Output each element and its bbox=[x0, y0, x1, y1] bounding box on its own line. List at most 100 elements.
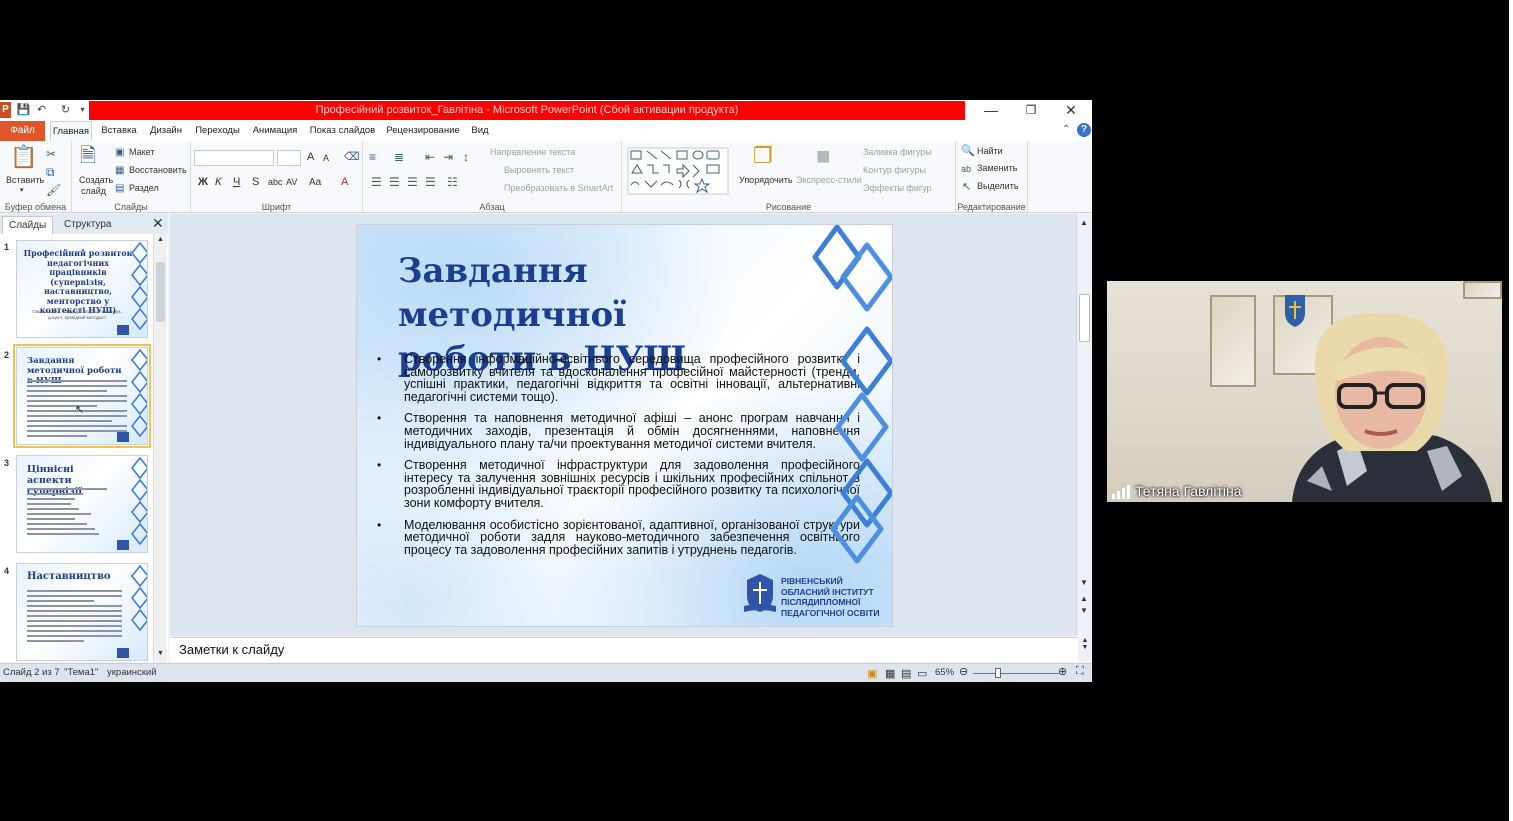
minimize-icon[interactable]: — bbox=[971, 100, 1011, 121]
slide-thumbnail-1[interactable]: Професійний розвиток педагогічних праців… bbox=[16, 240, 148, 338]
previous-slide-icon[interactable]: ▲ bbox=[1080, 594, 1088, 603]
notes-pane[interactable]: Заметки к слайду bbox=[170, 637, 1078, 662]
zoom-out-icon[interactable]: ⊖ bbox=[959, 665, 968, 678]
line-spacing-icon[interactable]: ↕ bbox=[463, 150, 469, 164]
language[interactable]: украинский bbox=[107, 667, 157, 678]
redo-icon[interactable]: ↻ bbox=[58, 102, 73, 118]
customize-qat-icon[interactable]: ▾ bbox=[75, 102, 90, 118]
tab-home[interactable]: Главная bbox=[50, 121, 92, 141]
scroll-up-icon[interactable]: ▲ bbox=[1080, 218, 1088, 227]
align-left-icon[interactable]: ☰ bbox=[371, 175, 382, 189]
paste-icon[interactable]: 📋 bbox=[10, 145, 37, 169]
shape-outline-button[interactable]: Контур фигуры bbox=[863, 165, 926, 175]
increase-indent-icon[interactable]: ⇥ bbox=[443, 150, 453, 164]
current-slide[interactable]: Завдання методичної роботи в НУШ Створен… bbox=[356, 224, 893, 627]
arrange-button[interactable]: Упорядочить bbox=[739, 175, 793, 185]
tab-insert[interactable]: Вставка bbox=[98, 121, 140, 141]
thumb-text-lines bbox=[27, 590, 122, 645]
reading-view-icon[interactable]: ▤ bbox=[901, 667, 911, 680]
quick-styles-icon[interactable]: ■ bbox=[816, 143, 831, 171]
slide-sorter-icon[interactable]: ▦ bbox=[885, 667, 895, 680]
text-direction-button[interactable]: Направление текста bbox=[490, 147, 575, 157]
video-participant-tile[interactable]: Тетяна Гавлітіна bbox=[1107, 281, 1502, 502]
align-center-icon[interactable]: ☰ bbox=[389, 175, 400, 189]
justify-icon[interactable]: ☰ bbox=[425, 175, 436, 189]
undo-icon[interactable]: ↶ bbox=[34, 102, 49, 118]
new-slide-button[interactable]: Создать bbox=[79, 175, 113, 185]
scroll-down-icon[interactable]: ▼ bbox=[157, 650, 164, 657]
columns-icon[interactable]: ☷ bbox=[447, 175, 458, 189]
decrease-indent-icon[interactable]: ⇤ bbox=[425, 150, 435, 164]
tab-outline[interactable]: Структура bbox=[58, 216, 117, 234]
tab-animation[interactable]: Анимация bbox=[249, 121, 301, 141]
character-spacing-button[interactable]: AV bbox=[286, 177, 297, 187]
slide-thumbnail-3[interactable]: Ціннісні аспекти супервізії bbox=[16, 455, 148, 553]
align-text-button[interactable]: Выровнять текст bbox=[504, 165, 574, 175]
strikethrough-button[interactable]: S bbox=[252, 176, 259, 188]
tab-file[interactable]: Файл bbox=[0, 121, 45, 141]
change-case-button[interactable]: Aa bbox=[309, 177, 321, 188]
zoom-in-icon[interactable]: ⊕ bbox=[1058, 665, 1067, 678]
cut-icon[interactable]: ✂ bbox=[46, 147, 56, 161]
font-size-combo[interactable] bbox=[277, 150, 301, 166]
zoom-level[interactable]: 65% bbox=[935, 667, 954, 678]
grow-font-button[interactable]: A bbox=[307, 151, 314, 163]
bold-button[interactable]: Ж bbox=[198, 176, 208, 188]
thumbnail-scrollbar[interactable]: ▲ ▼ bbox=[153, 234, 167, 662]
font-color-button[interactable]: A bbox=[341, 176, 348, 188]
close-pane-icon[interactable]: ✕ bbox=[152, 215, 164, 232]
font-family-combo[interactable] bbox=[194, 150, 274, 166]
zoom-slider-handle[interactable] bbox=[995, 668, 1001, 678]
paste-dropdown-icon[interactable]: ▾ bbox=[20, 186, 24, 194]
shapes-gallery-icon[interactable] bbox=[627, 147, 729, 195]
slide-thumbnail-2[interactable]: Завдання методичної роботи в НУШ ↖ bbox=[13, 344, 151, 448]
scroll-down-icon[interactable]: ▼ bbox=[1080, 578, 1088, 587]
zoom-slider-track[interactable] bbox=[973, 673, 1059, 674]
shadow-button[interactable]: abc bbox=[268, 177, 283, 187]
section-button[interactable]: Раздел bbox=[129, 183, 159, 193]
slide-bullets[interactable]: Створення інформаційно-освітнього середо… bbox=[375, 353, 860, 565]
help-icon[interactable]: ? bbox=[1077, 123, 1091, 137]
restore-icon[interactable]: ❐ bbox=[1011, 100, 1051, 121]
fit-to-window-icon[interactable]: ⛶ bbox=[1076, 665, 1084, 678]
reset-button[interactable]: Восстановить bbox=[129, 165, 187, 175]
tab-view[interactable]: Вид bbox=[468, 121, 492, 141]
tab-design[interactable]: Дизайн bbox=[146, 121, 186, 141]
layout-button[interactable]: Макет bbox=[129, 147, 154, 157]
arrange-icon[interactable]: ❐ bbox=[753, 143, 773, 169]
find-button[interactable]: Найти bbox=[977, 146, 1003, 156]
shrink-font-button[interactable]: A bbox=[323, 153, 329, 163]
slideshow-view-icon[interactable]: ▭ bbox=[917, 667, 927, 680]
close-icon[interactable]: ✕ bbox=[1051, 100, 1091, 121]
copy-icon[interactable]: ⧉ bbox=[46, 165, 55, 179]
tab-transitions[interactable]: Переходы bbox=[192, 121, 243, 141]
shape-fill-button[interactable]: Заливка фигуры bbox=[863, 147, 932, 157]
slide-thumbnail-4[interactable]: Наставництво bbox=[16, 563, 148, 661]
next-slide-icon[interactable]: ▼ bbox=[1080, 606, 1088, 615]
align-right-icon[interactable]: ☰ bbox=[407, 175, 418, 189]
scroll-up-icon[interactable]: ▲ bbox=[157, 236, 164, 243]
thumbnail-scroll-thumb[interactable] bbox=[156, 262, 165, 322]
italic-button[interactable]: К bbox=[215, 176, 221, 188]
tab-slides[interactable]: Слайды bbox=[2, 216, 54, 234]
slide-scroll-thumb[interactable] bbox=[1079, 294, 1090, 342]
notes-scrollbar[interactable]: ▲ ▼ bbox=[1078, 637, 1092, 662]
clear-formatting-icon[interactable]: ⌫ bbox=[344, 150, 360, 164]
shape-effects-button[interactable]: Эффекты фигур bbox=[863, 183, 932, 193]
quick-styles-button[interactable]: Экспресс-стили bbox=[796, 175, 862, 185]
convert-smartart-button[interactable]: Преобразовать в SmartArt bbox=[504, 183, 613, 193]
normal-view-icon[interactable]: ▣ bbox=[867, 667, 877, 680]
tab-slideshow[interactable]: Показ слайдов bbox=[307, 121, 378, 141]
new-slide-icon[interactable]: 🗎 bbox=[80, 145, 96, 167]
select-button[interactable]: Выделить bbox=[977, 181, 1019, 191]
slide-scrollbar[interactable]: ▲ ▼ ▲ ▼ bbox=[1076, 214, 1092, 636]
bullets-icon[interactable]: ≡ bbox=[369, 150, 376, 164]
tab-review[interactable]: Рецензирование bbox=[384, 121, 462, 141]
paste-button[interactable]: Вставить bbox=[6, 175, 44, 185]
underline-button[interactable]: Ч bbox=[233, 176, 240, 188]
collapse-ribbon-icon[interactable]: ⌃ bbox=[1062, 124, 1070, 135]
format-painter-icon[interactable]: 🖌 bbox=[46, 183, 61, 197]
save-icon[interactable]: 💾 bbox=[16, 102, 31, 118]
replace-button[interactable]: Заменить bbox=[977, 163, 1017, 173]
numbering-icon[interactable]: ≣ bbox=[394, 150, 404, 164]
